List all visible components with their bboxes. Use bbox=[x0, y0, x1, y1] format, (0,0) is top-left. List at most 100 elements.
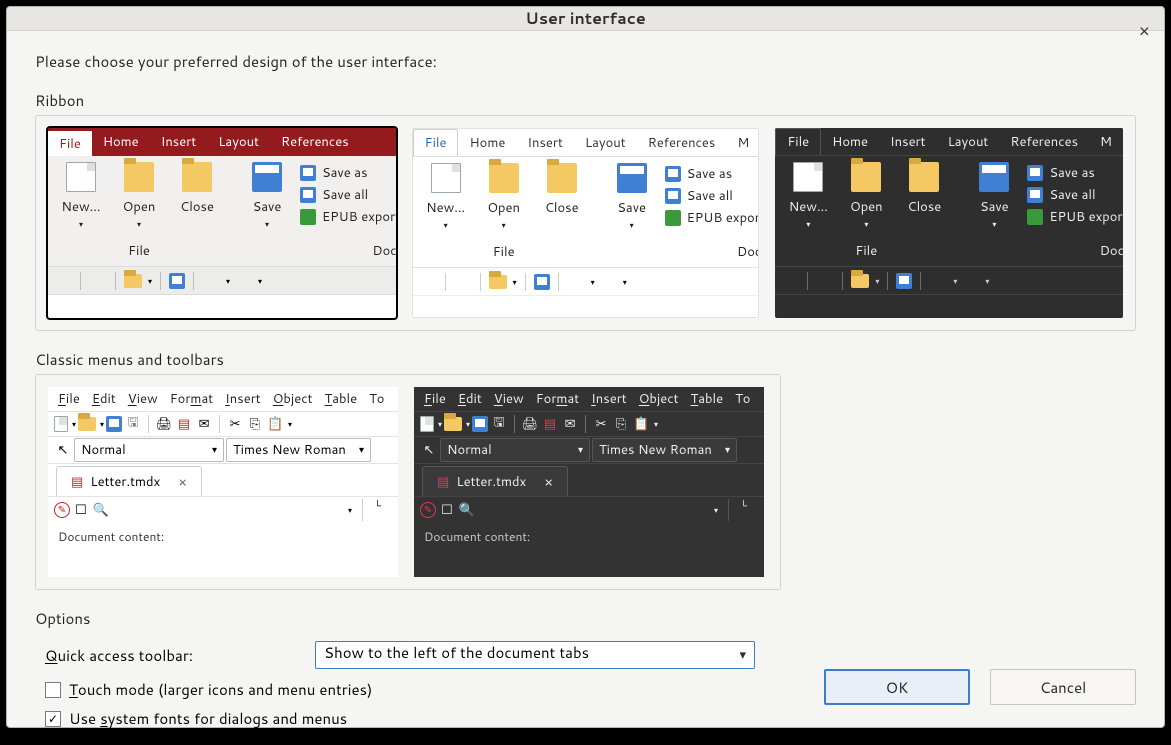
save-tb-icon[interactable] bbox=[534, 274, 550, 290]
save-all-item[interactable]: Save all bbox=[665, 187, 760, 205]
redo-icon[interactable]: ↷ bbox=[961, 272, 979, 290]
epub-export-item[interactable]: EPUB export bbox=[665, 209, 760, 227]
list-icon[interactable]: ☐ bbox=[438, 501, 456, 519]
open-tb-icon[interactable] bbox=[489, 275, 507, 289]
menu-edit[interactable]: Edit bbox=[458, 390, 482, 408]
menu-object[interactable]: Object bbox=[273, 390, 313, 408]
save-all-item[interactable]: Save all bbox=[300, 186, 396, 204]
menu-insert[interactable]: Insert bbox=[225, 390, 261, 408]
paste-icon[interactable]: 📋 bbox=[632, 415, 650, 433]
pdf-icon[interactable]: ▤ bbox=[175, 415, 193, 433]
tab-close-icon[interactable]: × bbox=[178, 472, 187, 492]
menu-edit[interactable]: Edit bbox=[92, 390, 116, 408]
save-as-item[interactable]: Save as bbox=[1027, 164, 1123, 182]
undo-icon[interactable]: ↶ bbox=[567, 273, 585, 291]
print-icon[interactable]: 🖨 bbox=[155, 415, 173, 433]
menu-object[interactable]: Object bbox=[639, 390, 679, 408]
font-combo[interactable]: Times New Roman bbox=[592, 438, 737, 462]
ok-button[interactable]: OK bbox=[824, 669, 970, 705]
epub-export-item[interactable]: EPUB export bbox=[1027, 208, 1123, 226]
menu-view[interactable]: View bbox=[128, 390, 158, 408]
menu-view[interactable]: View bbox=[494, 390, 524, 408]
ribbon-tab-layout[interactable]: Layout bbox=[207, 128, 270, 156]
print-icon[interactable]: 🖨 bbox=[521, 415, 539, 433]
menu-file[interactable]: File bbox=[58, 390, 80, 408]
save-all-item[interactable]: Save all bbox=[1027, 186, 1123, 204]
classic-preview-dark[interactable]: File Edit View Format Insert Object Tabl… bbox=[414, 387, 764, 577]
menu-format[interactable]: Format bbox=[536, 390, 579, 408]
cursor-icon[interactable]: ↖ bbox=[54, 441, 72, 459]
save-tb-icon[interactable] bbox=[106, 416, 122, 432]
open-tb-icon[interactable] bbox=[78, 417, 96, 431]
doc-tab[interactable]: ▤ Letter.tmdx × bbox=[422, 466, 568, 496]
ribbon-tab-home[interactable]: Home bbox=[458, 129, 516, 156]
redo-icon[interactable]: ↷ bbox=[599, 273, 617, 291]
cancel-button[interactable]: Cancel bbox=[990, 669, 1136, 705]
menu-table[interactable]: Table bbox=[691, 390, 724, 408]
open-tb-icon[interactable] bbox=[444, 417, 462, 431]
open-tb-icon[interactable] bbox=[851, 274, 869, 288]
copy-icon[interactable]: ⎘ bbox=[246, 415, 264, 433]
ribbon-tab-references[interactable]: References bbox=[999, 128, 1089, 155]
tab-close-icon[interactable]: × bbox=[544, 472, 553, 492]
hand-icon[interactable]: ☰ bbox=[816, 272, 834, 290]
classic-preview-light[interactable]: File Edit View Format Insert Object Tabl… bbox=[48, 387, 398, 577]
flame-icon[interactable]: ✎ bbox=[420, 502, 436, 518]
touch-checkbox[interactable] bbox=[45, 682, 61, 698]
new-button[interactable]: New…▾ bbox=[56, 162, 106, 240]
undo-icon[interactable]: ↶ bbox=[929, 272, 947, 290]
align-icon[interactable]: ☰ bbox=[419, 273, 437, 291]
new-button[interactable]: New…▾ bbox=[783, 162, 833, 240]
ribbon-tab-file[interactable]: File bbox=[48, 128, 92, 156]
ribbon-tab-more[interactable]: M bbox=[726, 129, 759, 156]
menu-insert[interactable]: Insert bbox=[591, 390, 627, 408]
cut-icon[interactable]: ✂ bbox=[592, 415, 610, 433]
ribbon-tab-insert[interactable]: Insert bbox=[150, 128, 208, 156]
save-all-tb-icon[interactable]: 🖫 bbox=[490, 415, 508, 433]
ribbon-tab-references[interactable]: References bbox=[637, 129, 727, 156]
ribbon-tab-more[interactable]: M bbox=[1089, 128, 1123, 155]
open-button[interactable]: Open▾ bbox=[114, 162, 164, 240]
new-button[interactable]: New…▾ bbox=[421, 163, 471, 241]
save-as-item[interactable]: Save as bbox=[300, 164, 396, 182]
ribbon-tab-insert[interactable]: Insert bbox=[516, 129, 574, 156]
open-button[interactable]: Open▾ bbox=[841, 162, 891, 240]
open-button[interactable]: Open▾ bbox=[479, 163, 529, 241]
copy-icon[interactable]: ⎘ bbox=[612, 415, 630, 433]
ribbon-tab-file[interactable]: File bbox=[775, 128, 821, 155]
new-tb-icon[interactable] bbox=[420, 416, 434, 432]
ribbon-tab-layout[interactable]: Layout bbox=[574, 129, 637, 156]
cut-icon[interactable]: ✂ bbox=[226, 415, 244, 433]
flame-icon[interactable]: ✎ bbox=[54, 502, 70, 518]
ribbon-tab-home[interactable]: Home bbox=[821, 128, 879, 155]
mail-icon[interactable]: ✉ bbox=[561, 415, 579, 433]
sysfont-checkbox[interactable]: ✓ bbox=[45, 711, 61, 727]
align-icon[interactable]: ☰ bbox=[54, 272, 72, 290]
epub-export-item[interactable]: EPUB export bbox=[300, 208, 396, 226]
menu-table[interactable]: Table bbox=[325, 390, 358, 408]
save-button[interactable]: Save▾ bbox=[242, 162, 292, 240]
close-button[interactable]: Close bbox=[172, 162, 222, 240]
ribbon-preview-red[interactable]: File Home Insert Layout References New…▾… bbox=[48, 128, 396, 318]
new-tb-icon[interactable] bbox=[54, 416, 68, 432]
save-tb-icon[interactable] bbox=[472, 416, 488, 432]
pdf-icon[interactable]: ▤ bbox=[541, 415, 559, 433]
redo-icon[interactable]: ↷ bbox=[234, 272, 252, 290]
menu-tools[interactable]: To bbox=[369, 390, 384, 408]
style-combo[interactable]: Normal bbox=[74, 438, 224, 462]
font-combo[interactable]: Times New Roman bbox=[226, 438, 371, 462]
hand-icon[interactable]: ☰ bbox=[89, 272, 107, 290]
search-icon[interactable]: 🔍 bbox=[458, 501, 476, 519]
cursor-icon[interactable]: ↖ bbox=[420, 441, 438, 459]
save-button[interactable]: Save▾ bbox=[607, 163, 657, 241]
ribbon-tab-references[interactable]: References bbox=[270, 128, 360, 156]
close-icon[interactable]: × bbox=[1139, 17, 1150, 43]
close-button[interactable]: Close bbox=[899, 162, 949, 240]
menu-tools[interactable]: To bbox=[735, 390, 750, 408]
ribbon-preview-light[interactable]: File Home Insert Layout References M New… bbox=[412, 128, 760, 318]
menu-file[interactable]: File bbox=[424, 390, 446, 408]
close-button[interactable]: Close bbox=[537, 163, 587, 241]
ribbon-tab-layout[interactable]: Layout bbox=[937, 128, 1000, 155]
list-icon[interactable]: ☐ bbox=[72, 501, 90, 519]
doc-tab[interactable]: ▤ Letter.tmdx × bbox=[56, 466, 202, 496]
